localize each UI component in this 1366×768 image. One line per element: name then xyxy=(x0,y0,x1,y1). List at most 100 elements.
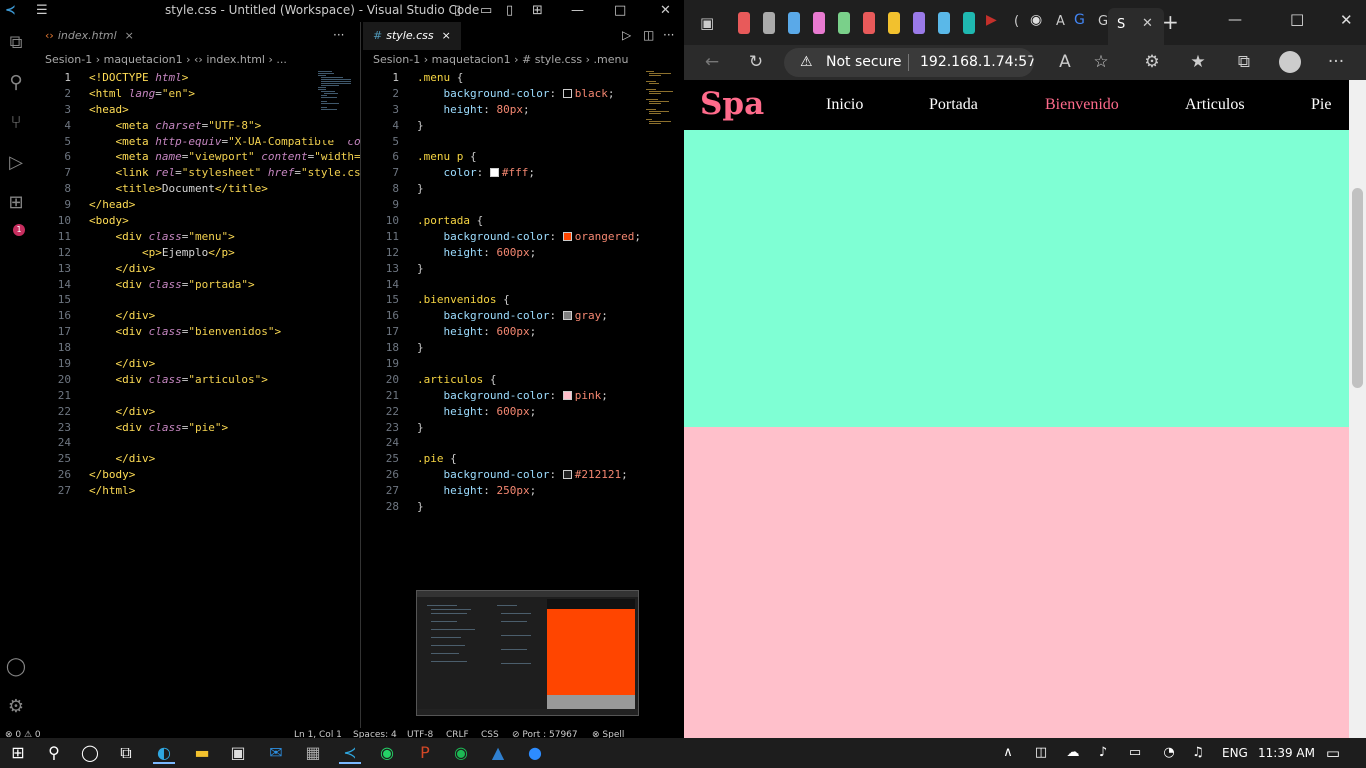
code-line[interactable]: 4} xyxy=(361,118,684,134)
code-line[interactable]: 24 xyxy=(33,435,360,451)
clock[interactable]: 11:39 AM xyxy=(1258,738,1315,768)
store-icon[interactable]: ▣ xyxy=(227,742,249,764)
code-text[interactable]: height: 600px; xyxy=(417,324,537,340)
code-line[interactable]: 9 xyxy=(361,197,684,213)
browser-tab[interactable] xyxy=(813,12,825,34)
code-line[interactable]: 6 <meta name="viewport" content="width=d… xyxy=(33,149,360,165)
notifications-icon[interactable]: ▭ xyxy=(1322,742,1344,764)
browser-tab-label[interactable]: G xyxy=(1098,14,1108,29)
code-line[interactable]: 19 </div> xyxy=(33,356,360,372)
code-text[interactable]: </body> xyxy=(89,467,135,483)
code-line[interactable]: 27 height: 250px; xyxy=(361,483,684,499)
html-code-lines[interactable]: 1 <!DOCTYPE html> 2 <html lang="en"> 3 <head>… xyxy=(33,70,360,499)
code-text[interactable]: } xyxy=(417,420,424,436)
code-text[interactable]: } xyxy=(417,118,424,134)
code-line[interactable]: 5 xyxy=(361,134,684,150)
close-tab-icon[interactable]: × xyxy=(442,29,451,42)
code-text[interactable]: .bienvenidos { xyxy=(417,292,510,308)
split-editor-icon[interactable]: ◫ xyxy=(643,28,654,42)
code-text[interactable]: <meta name="viewport" content="width=de xyxy=(89,149,361,165)
code-text[interactable]: <div class="bienvenidos"> xyxy=(89,324,282,340)
wifi-icon[interactable]: ◔ xyxy=(1158,742,1180,764)
search-icon[interactable]: ⚲ xyxy=(3,70,29,96)
show-hidden-icons[interactable]: ∧ xyxy=(997,742,1019,764)
microphone-icon[interactable]: ♪ xyxy=(1092,742,1114,764)
scrollbar-thumb[interactable] xyxy=(1352,188,1363,388)
favorites-icon[interactable]: ★ xyxy=(1187,51,1209,73)
accounts-icon[interactable]: ◯ xyxy=(3,654,29,680)
screen-share-thumbnail[interactable] xyxy=(416,590,639,716)
code-line[interactable]: 22 </div> xyxy=(33,404,360,420)
code-line[interactable]: 2 <html lang="en"> xyxy=(33,86,360,102)
code-text[interactable]: height: 80px; xyxy=(417,102,530,118)
live-server-port-status[interactable]: ⊘ Port : 57967 xyxy=(512,728,578,738)
code-text[interactable]: height: 250px; xyxy=(417,483,537,499)
tab-index-html[interactable]: ‹› index.html × xyxy=(35,22,134,50)
code-line[interactable]: 1 <!DOCTYPE html> xyxy=(33,70,360,86)
code-line[interactable]: 15 .bienvenidos { xyxy=(361,292,684,308)
code-text[interactable]: .menu p { xyxy=(417,149,477,165)
code-line[interactable]: 1 .menu { xyxy=(361,70,684,86)
more-actions-icon[interactable]: ··· xyxy=(333,28,344,42)
warning-icon[interactable]: ⚠ xyxy=(800,48,813,77)
code-line[interactable]: 12 <p>Ejemplo</p> xyxy=(33,245,360,261)
code-line[interactable]: 3 <head> xyxy=(33,102,360,118)
code-line[interactable]: 9 </head> xyxy=(33,197,360,213)
code-line[interactable]: 20 <div class="articulos"> xyxy=(33,372,360,388)
page-scrollbar[interactable] xyxy=(1349,80,1366,738)
code-text[interactable]: color: #fff; xyxy=(417,165,536,181)
minimize-icon[interactable]: — xyxy=(1228,12,1242,28)
code-text[interactable]: <html lang="en"> xyxy=(89,86,195,102)
file-explorer-icon[interactable]: ▬ xyxy=(191,742,213,764)
code-text[interactable]: height: 600px; xyxy=(417,245,537,261)
code-line[interactable]: 20 .articulos { xyxy=(361,372,684,388)
code-line[interactable]: 17 <div class="bienvenidos"> xyxy=(33,324,360,340)
run-icon[interactable]: ▷ xyxy=(622,28,631,42)
code-text[interactable]: <div class="articulos"> xyxy=(89,372,268,388)
code-line[interactable]: 16 background-color: gray; xyxy=(361,308,684,324)
code-line[interactable]: 24 xyxy=(361,435,684,451)
zoom-icon[interactable]: ● xyxy=(524,742,546,764)
active-browser-tab[interactable]: S ✕ xyxy=(1108,8,1164,45)
code-text[interactable]: .portada { xyxy=(417,213,483,229)
new-tab-icon[interactable]: + xyxy=(1162,10,1179,34)
mail-icon[interactable]: ✉ xyxy=(265,742,287,764)
close-window-icon[interactable]: ✕ xyxy=(660,1,671,21)
more-actions-icon[interactable]: ··· xyxy=(663,28,674,42)
add-favorite-icon[interactable]: ☆ xyxy=(1090,51,1112,73)
code-text[interactable]: <link rel="stylesheet" href="style.css xyxy=(89,165,361,181)
nav-link-inicio[interactable]: Inicio xyxy=(826,96,863,114)
code-line[interactable]: 16 </div> xyxy=(33,308,360,324)
manage-gear-icon[interactable]: ⚙ xyxy=(3,694,29,720)
code-text[interactable]: height: 600px; xyxy=(417,404,537,420)
code-line[interactable]: 28} xyxy=(361,499,684,515)
code-text[interactable]: <head> xyxy=(89,102,129,118)
browser-tab[interactable] xyxy=(913,12,925,34)
code-text[interactable]: </div> xyxy=(89,261,156,277)
volume-icon[interactable]: ♫ xyxy=(1187,742,1209,764)
browser-tab[interactable] xyxy=(938,12,950,34)
code-line[interactable]: 13} xyxy=(361,261,684,277)
cortana-icon[interactable]: ◯ xyxy=(79,742,101,764)
code-line[interactable]: 23} xyxy=(361,420,684,436)
photos-icon[interactable]: ▦ xyxy=(302,742,324,764)
code-line[interactable]: 21 xyxy=(33,388,360,404)
browser-tab-label[interactable]: A xyxy=(1056,14,1065,29)
whatsapp-icon[interactable]: ◉ xyxy=(376,742,398,764)
code-line[interactable]: 15 xyxy=(33,292,360,308)
code-line[interactable]: 6 .menu p { xyxy=(361,149,684,165)
code-text[interactable]: background-color: gray; xyxy=(417,308,608,324)
code-line[interactable]: 10 <body> xyxy=(33,213,360,229)
browser-tab-label[interactable]: ( xyxy=(1014,14,1019,29)
code-line[interactable]: 11 background-color: orangered; xyxy=(361,229,684,245)
spotify-icon[interactable]: ◉ xyxy=(450,742,472,764)
code-text[interactable]: .menu { xyxy=(417,70,463,86)
code-line[interactable]: 8 <title>Document</title> xyxy=(33,181,360,197)
code-text[interactable]: <!DOCTYPE html> xyxy=(89,70,188,86)
close-tab-icon[interactable]: ✕ xyxy=(1142,16,1153,31)
minimap[interactable] xyxy=(644,70,684,140)
code-text[interactable]: } xyxy=(417,181,424,197)
meet-now-icon[interactable]: ◫ xyxy=(1030,742,1052,764)
code-line[interactable]: 18 xyxy=(33,340,360,356)
code-text[interactable]: <p>Ejemplo</p> xyxy=(89,245,235,261)
